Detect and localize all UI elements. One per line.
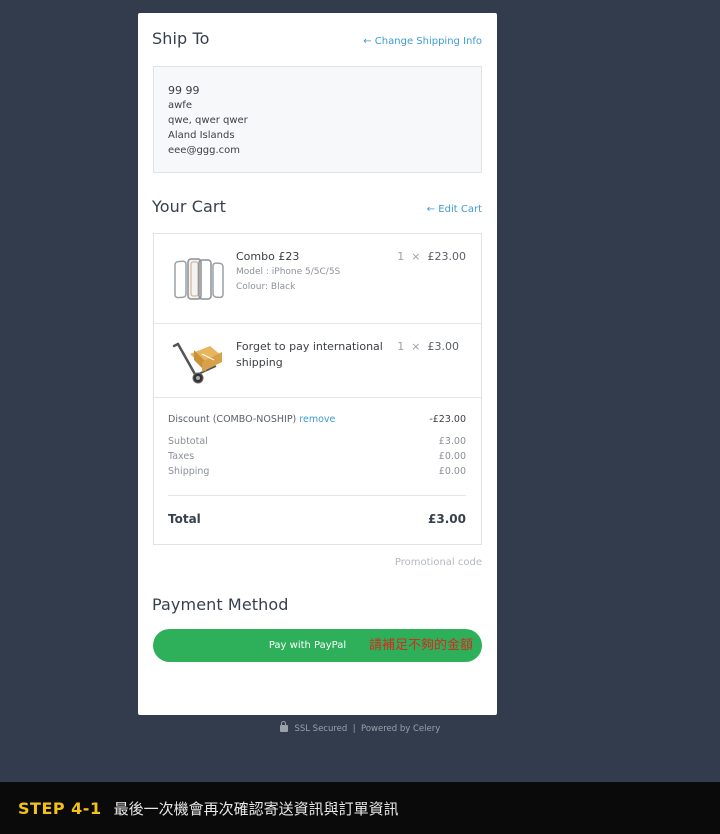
shipping-value: £0.00	[438, 466, 466, 477]
taxes-value: £0.00	[438, 451, 466, 462]
promotional-code-link[interactable]: Promotional code	[395, 557, 482, 568]
item-qty: 1	[397, 340, 405, 353]
subtotal-value: £3.00	[438, 436, 466, 447]
address-country: Aland Islands	[168, 130, 235, 141]
item-price: £3.00	[427, 340, 460, 353]
step-banner: STEP 4-1 最後一次機會再次確認寄送資訊與訂單資訊	[0, 782, 720, 834]
checkout-card: Ship To ← Change Shipping Info 99 99 awf…	[138, 13, 497, 715]
taxes-row: Taxes £0.00	[168, 449, 466, 464]
item-price: £23.00	[427, 250, 467, 263]
discount-row: Discount (COMBO-NOSHIP) remove -£23.00	[168, 412, 466, 427]
cart-totals: Discount (COMBO-NOSHIP) remove -£23.00 S…	[168, 412, 466, 479]
item-qty-price: 1 × £3.00	[397, 340, 459, 353]
paypal-button-label: Pay with PayPal	[268, 640, 347, 651]
cart-box: Combo £23 Model : iPhone 5/5C/5S Colour:…	[153, 233, 482, 545]
shipping-label: Shipping	[168, 466, 210, 477]
item-qty-price: 1 × £23.00	[397, 250, 466, 263]
shipping-row: Shipping £0.00	[168, 464, 466, 479]
address-line-2: qwe, qwer qwer	[168, 115, 248, 126]
edit-cart-link[interactable]: ← Edit Cart	[427, 204, 482, 215]
taxes-label: Taxes	[168, 451, 195, 462]
lock-icon	[279, 721, 288, 732]
footer-divider: |	[352, 724, 356, 734]
ship-to-title: Ship To	[152, 29, 210, 48]
remove-discount-link[interactable]: remove	[299, 414, 335, 425]
cart-item: Combo £23 Model : iPhone 5/5C/5S Colour:…	[154, 234, 481, 324]
payment-title: Payment Method	[152, 595, 289, 614]
footer: SSL Secured | Powered by Celery	[0, 721, 720, 734]
phone-case-icon	[172, 256, 226, 306]
total-row: Total £3.00	[168, 512, 466, 526]
item-times: ×	[411, 250, 421, 263]
item-times: ×	[411, 340, 421, 353]
cart-header: Your Cart ← Edit Cart	[152, 197, 482, 216]
item-title: Forget to pay international shipping	[236, 340, 383, 369]
address-line-1: awfe	[168, 100, 192, 111]
powered-by-link[interactable]: Powered by Celery	[361, 724, 440, 734]
step-description: 最後一次機會再次確認寄送資訊與訂單資訊	[113, 799, 399, 818]
item-colour: Colour: Black	[236, 282, 296, 292]
cart-title: Your Cart	[152, 197, 226, 216]
cart-item: Forget to pay international shipping 1 ×…	[154, 324, 481, 398]
total-label: Total	[168, 512, 201, 526]
step-label: STEP 4-1	[18, 798, 102, 818]
total-value: £3.00	[428, 512, 466, 526]
subtotal-row: Subtotal £3.00	[168, 434, 466, 449]
item-title: Combo £23	[236, 250, 300, 263]
ship-to-header: Ship To ← Change Shipping Info	[152, 29, 482, 48]
shipping-address-box: 99 99 awfe qwe, qwer qwer Aland Islands …	[153, 66, 482, 173]
address-name: 99 99	[168, 84, 200, 97]
change-shipping-link[interactable]: ← Change Shipping Info	[363, 36, 482, 47]
totals-divider	[168, 495, 466, 496]
item-model: Model : iPhone 5/5C/5S	[236, 267, 341, 277]
subtotal-label: Subtotal	[168, 436, 208, 447]
discount-value: -£23.00	[429, 414, 466, 425]
hand-truck-box-icon	[172, 336, 226, 386]
item-qty: 1	[397, 250, 405, 263]
payment-header: Payment Method	[152, 595, 482, 614]
annotation-text: 請補足不夠的金額	[369, 638, 474, 653]
address-email: eee@ggg.com	[168, 145, 241, 156]
ssl-secured-text: SSL Secured	[294, 724, 348, 734]
discount-label: Discount (COMBO-NOSHIP)	[168, 414, 297, 425]
